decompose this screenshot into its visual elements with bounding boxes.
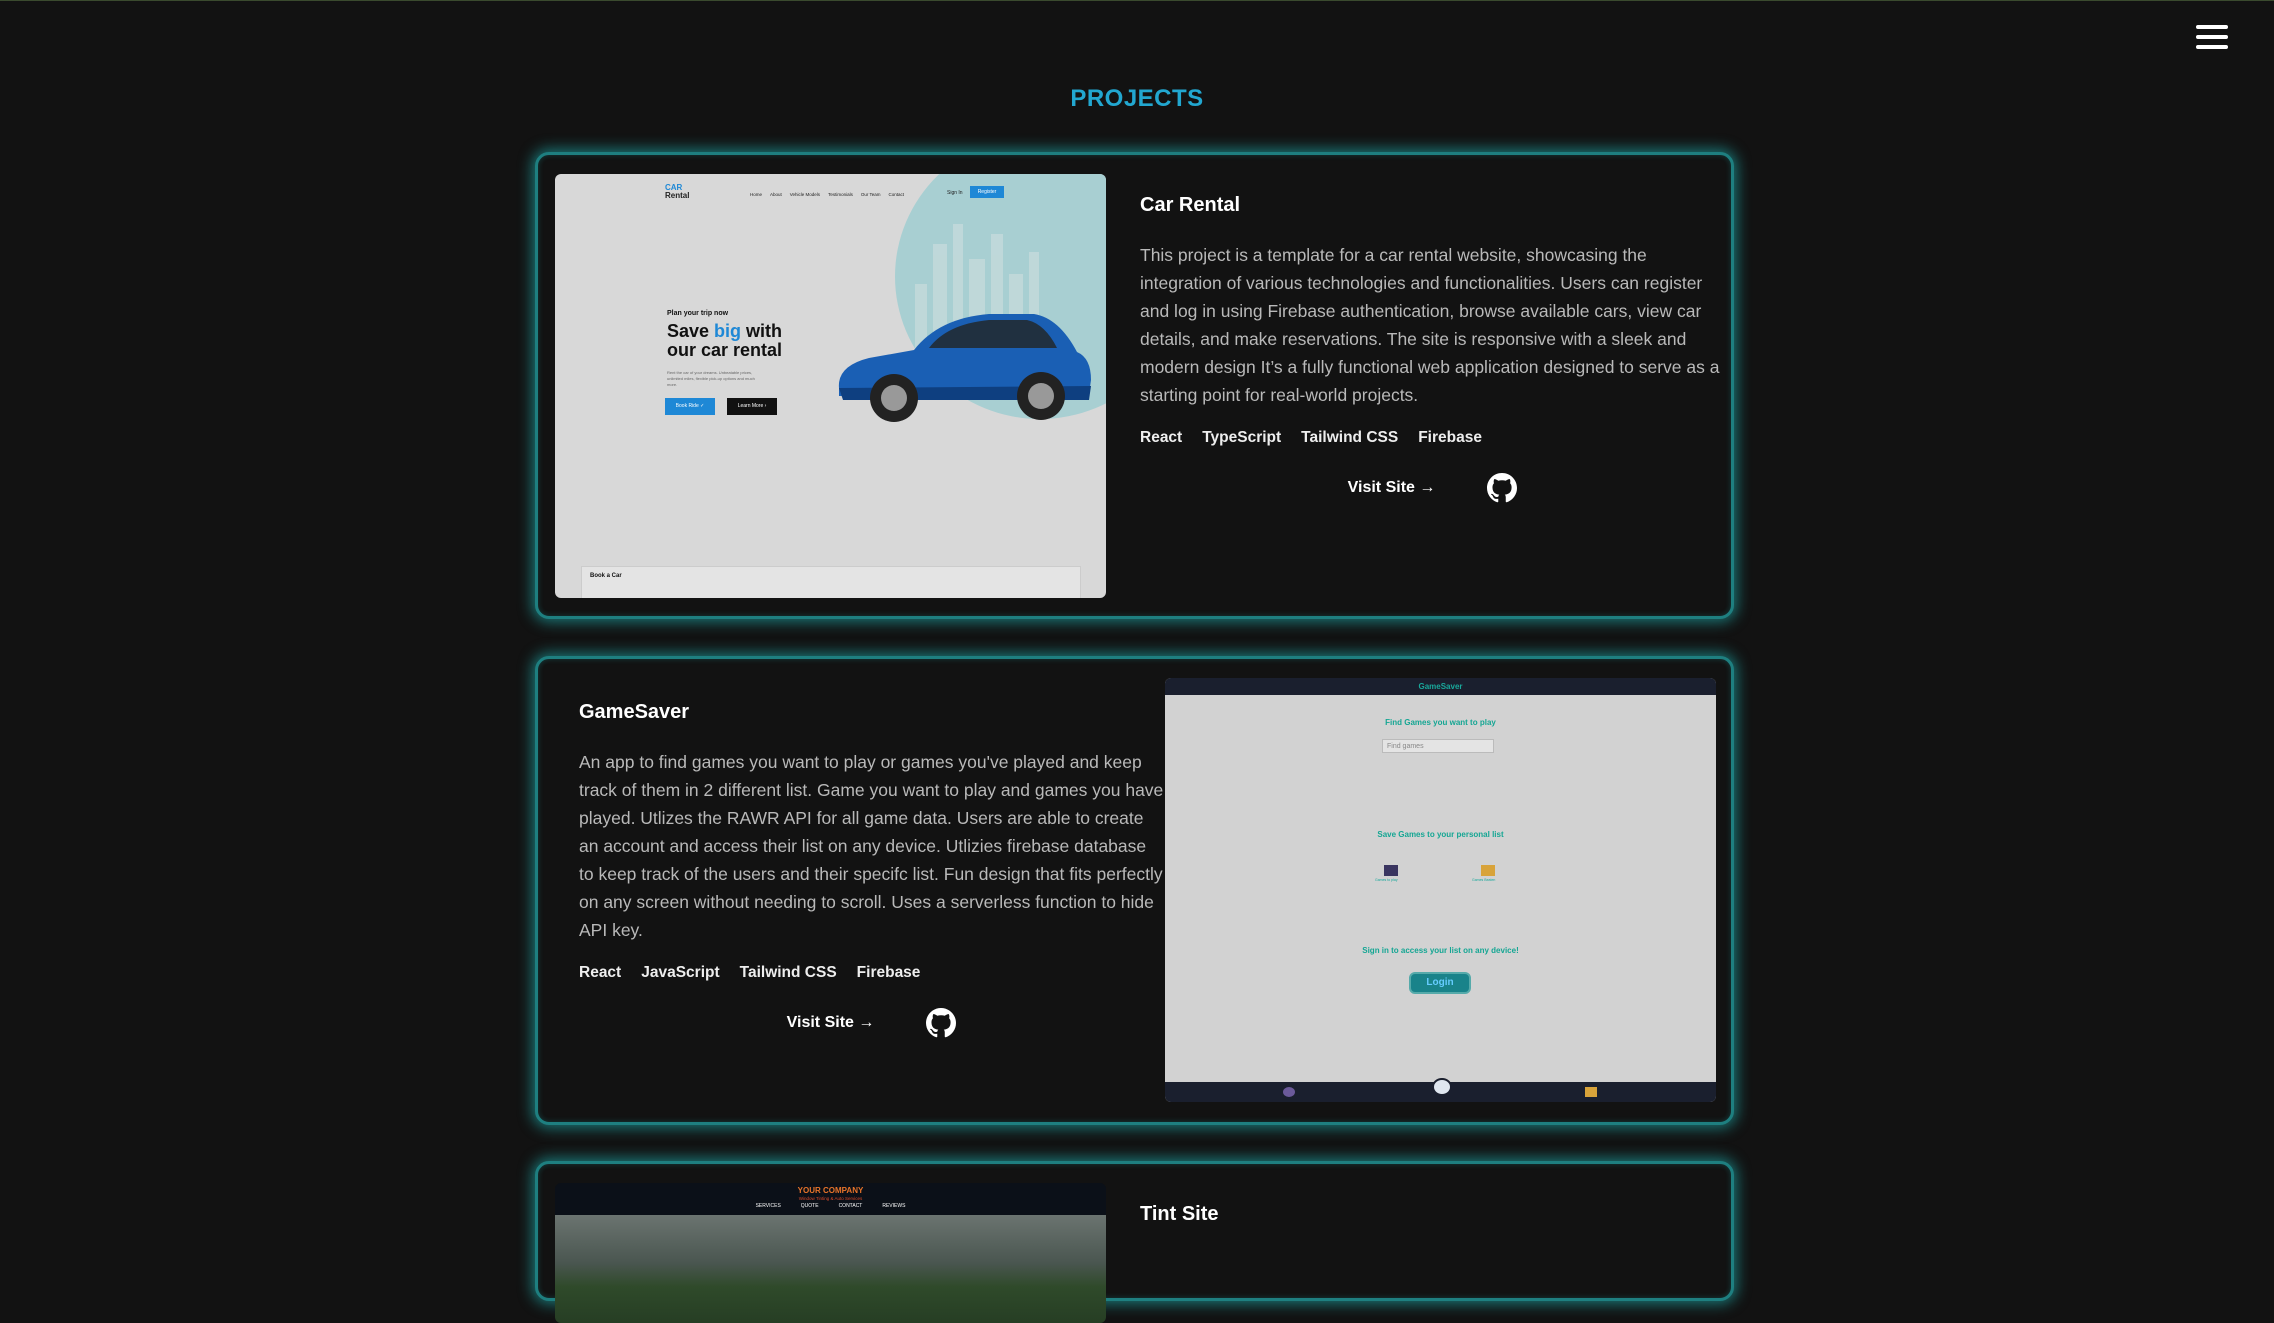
car-nav-link: About [770,192,782,197]
tech-tags: React TypeScript Tailwind CSS Firebase [1140,429,1725,447]
find-games-search: Find games [1382,739,1494,753]
project-description: This project is a template for a car ren… [1140,245,1720,405]
project-title: GameSaver [579,701,690,723]
tech-tag: Tailwind CSS [1301,429,1399,446]
car-sign-in: Sign In [947,190,963,196]
book-car-title: Book a Car [590,573,622,579]
gamesaver-info: GameSaver An app to find games you want … [579,701,1164,1038]
car-site-logo: CAR Rental [665,184,689,200]
car-image [838,314,1091,422]
book-car-panel: Book a Car [581,566,1081,598]
car-nav-link: Our Team [860,192,881,197]
save-games-heading: Save Games to your personal list [1377,830,1504,839]
car-site-nav: CAR Rental Home About Vehicle Models Tes… [555,182,1106,204]
tint-hero-photo [555,1215,1106,1323]
project-description: An app to find games you want to play or… [579,752,1164,940]
tech-tag: React [1140,429,1183,446]
login-button: Login [1409,972,1471,994]
tint-nav-link: CONTACT [838,1203,863,1209]
project-title: Tint Site [1140,1203,1219,1225]
games-beaten-label: Games Beaten [1472,878,1496,882]
tech-tags: React JavaScript Tailwind CSS Firebase [579,964,1164,982]
trophy-icon [1585,1087,1597,1097]
tint-site-nav: SERVICES QUOTE CONTACT REVIEWS [555,1203,1106,1209]
page-title: PROJECTS [1070,85,1204,112]
car-hero-text: Rent the car of your dreams. Unbeatable … [667,370,755,387]
tint-tagline: Window Tinting & Auto Services [798,1196,863,1201]
car-rental-screenshot[interactable]: CAR Rental Home About Vehicle Models Tes… [555,174,1106,598]
find-games-heading: Find Games you want to play [1385,718,1496,727]
project-title: Car Rental [1140,194,1241,216]
tech-tag: TypeScript [1202,429,1282,446]
gamesaver-bottom-bar [1165,1078,1716,1102]
project-card-tint-site: YOUR COMPANY Window Tinting & Auto Servi… [535,1161,1734,1323]
car-site-links: Home About Vehicle Models Testimonials O… [750,192,904,197]
hero-title-highlight: big [714,321,742,341]
hero-title-part: Save [667,321,715,341]
learn-more-button: Learn More › [727,398,777,415]
project-card-car-rental: CAR Rental Home About Vehicle Models Tes… [535,152,1734,619]
monitor-icon [1384,865,1398,876]
tech-tag: Firebase [856,964,921,981]
tech-tag: Tailwind CSS [739,964,837,981]
github-icon[interactable] [1487,473,1518,503]
book-ride-button: Book Ride ✓ [665,398,715,415]
car-register: Register [970,186,1004,198]
car-nav-link: Testimonials [828,192,853,197]
search-icon [1432,1078,1452,1096]
signin-heading: Sign in to access your list on any devic… [1362,946,1519,955]
car-rental-info: Car Rental This project is a template fo… [1140,194,1725,503]
hero-title-part: with [741,321,783,341]
tint-company-name: YOUR COMPANY [797,1186,864,1195]
project-links: Visit Site → [1140,473,1725,503]
logo-bottom: Rental [665,191,690,200]
tint-nav-link: SERVICES [755,1203,781,1209]
visit-site-link[interactable]: Visit Site → [1348,479,1436,497]
tech-tag: React [579,964,622,981]
hero-title-part: our car rental [667,340,783,360]
trophy-icon [1481,865,1495,876]
games-to-play-label: Games to play [1375,878,1398,882]
tech-tag: JavaScript [641,964,720,981]
tint-site-info: Tint Site [1140,1203,1725,1250]
car-nav-link: Vehicle Models [789,192,821,197]
tint-site-screenshot[interactable]: YOUR COMPANY Window Tinting & Auto Servi… [555,1183,1106,1323]
project-links: Visit Site → [579,1008,1164,1038]
tint-nav-link: REVIEWS [882,1203,906,1209]
profile-icon [1283,1087,1295,1097]
tech-tag: Firebase [1418,429,1482,446]
car-hero-title: Save big with our car rental [667,322,782,360]
car-hero-subtitle: Plan your trip now [667,310,729,317]
visit-site-link[interactable]: Visit Site → [787,1014,875,1032]
gamesaver-app-title: GameSaver [1165,678,1716,695]
tint-nav-link: QUOTE [800,1203,819,1209]
github-icon[interactable] [926,1008,957,1038]
project-card-gamesaver: GameSaver An app to find games you want … [535,656,1734,1125]
gamesaver-screenshot[interactable]: GameSaver Find Games you want to play Fi… [1165,678,1716,1102]
car-nav-link: Home [750,192,763,197]
car-nav-link: Contact [888,192,905,197]
hamburger-menu-icon[interactable] [2196,25,2228,53]
